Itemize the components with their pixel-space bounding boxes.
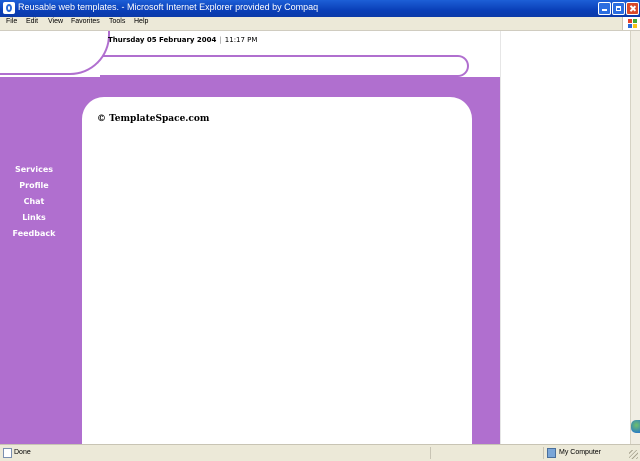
main-content: © TemplateSpace.com: [82, 97, 472, 444]
close-button[interactable]: [626, 2, 639, 15]
page-icon: [3, 448, 12, 458]
menu-favorites[interactable]: Favorites: [71, 18, 100, 25]
minimize-button[interactable]: [598, 2, 611, 15]
menu-tools[interactable]: Tools: [109, 18, 125, 25]
title-bar: Reusable web templates. - Microsoft Inte…: [0, 0, 640, 17]
computer-icon: [547, 448, 556, 458]
zone-text: My Computer: [559, 449, 602, 456]
status-divider: [543, 447, 544, 459]
nav-services[interactable]: Services: [0, 164, 68, 180]
right-blank-area: [500, 31, 630, 444]
menu-help[interactable]: Help: [134, 18, 148, 25]
status-bar: Done My Computer: [0, 444, 640, 461]
nav-profile[interactable]: Profile: [0, 180, 68, 196]
header-logo-area: [0, 31, 110, 75]
nav-chat[interactable]: Chat: [0, 196, 68, 212]
ie-icon: [3, 2, 15, 14]
copyright-text: © TemplateSpace.com: [97, 114, 210, 124]
window-title: Reusable web templates. - Microsoft Inte…: [18, 2, 319, 12]
date-separator: |: [219, 36, 222, 44]
sidebar-nav: Services Profile Chat Links Feedback: [0, 164, 68, 244]
menu-file[interactable]: File: [6, 18, 17, 25]
status-divider: [430, 447, 431, 459]
nav-links[interactable]: Links: [0, 212, 68, 228]
menu-edit[interactable]: Edit: [26, 18, 38, 25]
page-viewport: Thursday 05 February 2004 | 11:17 PM Servi…: [0, 31, 630, 444]
vertical-scrollbar[interactable]: [630, 31, 640, 444]
windows-logo-icon: [622, 17, 640, 30]
resize-grip[interactable]: [629, 450, 638, 459]
nav-feedback[interactable]: Feedback: [0, 228, 68, 244]
page-header: Thursday 05 February 2004 | 11:17 PM: [0, 31, 500, 79]
menu-bar: File Edit View Favorites Tools Help: [0, 17, 640, 31]
menu-view[interactable]: View: [48, 18, 63, 25]
status-text: Done: [14, 449, 31, 456]
time-text: 11:17 PM: [224, 36, 258, 44]
date-text: Thursday 05 February 2004: [108, 36, 217, 44]
header-pill: [100, 55, 469, 77]
globe-icon: [631, 420, 640, 433]
maximize-button[interactable]: [612, 2, 625, 15]
datetime: Thursday 05 February 2004 | 11:17 PM: [108, 36, 257, 44]
